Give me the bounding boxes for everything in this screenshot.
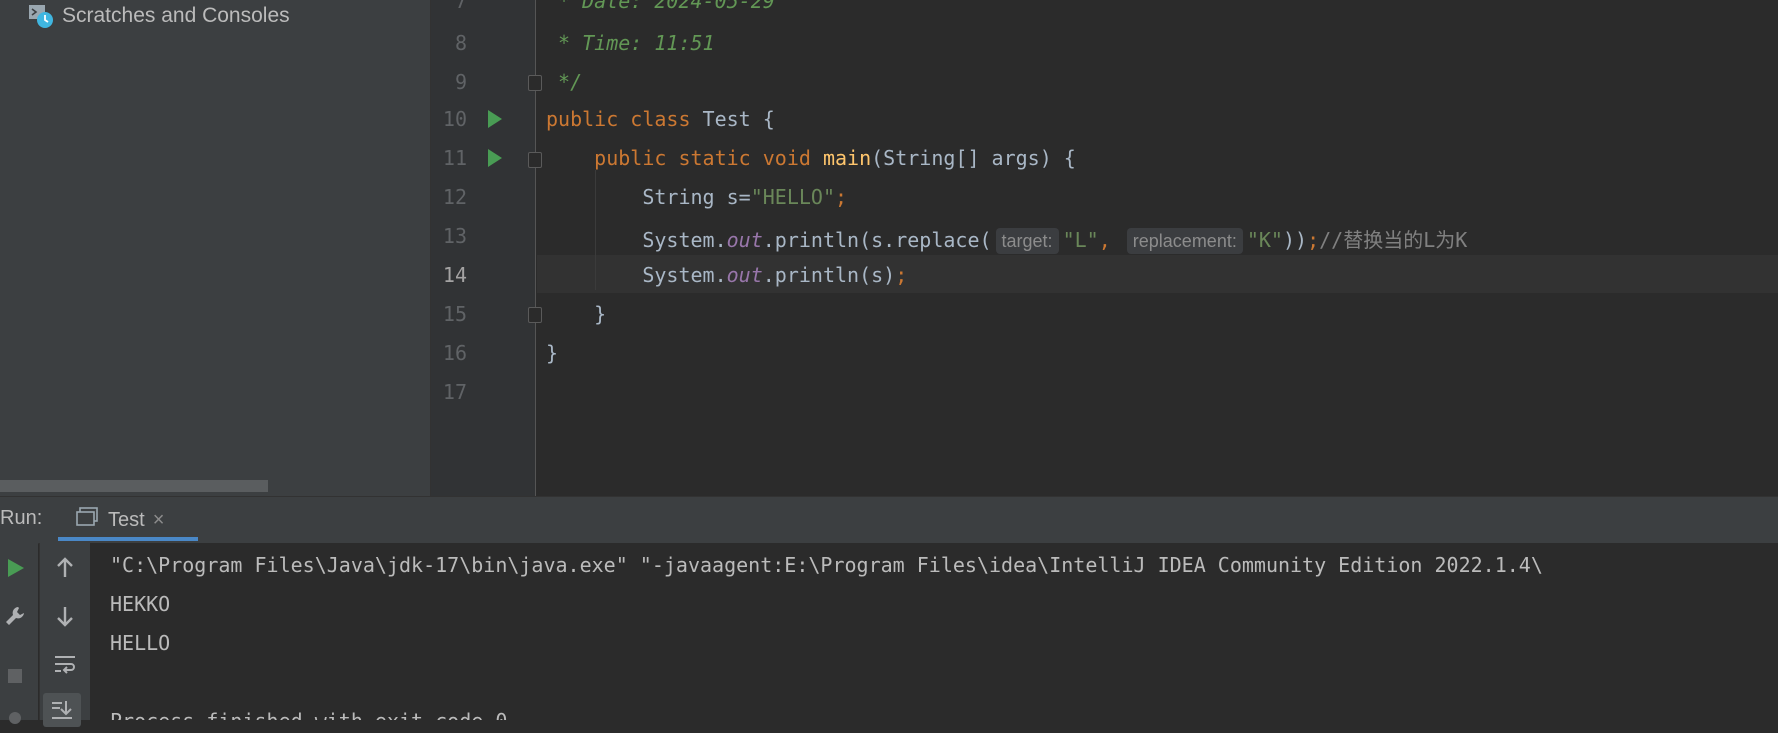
tree-item-label: Scratches and Consoles bbox=[62, 4, 290, 27]
run-class-icon[interactable] bbox=[488, 110, 502, 128]
fold-icon[interactable] bbox=[528, 307, 542, 323]
project-panel: Scratches and Consoles bbox=[0, 0, 431, 496]
method-name: main bbox=[822, 146, 872, 170]
line-number: 17 bbox=[442, 380, 467, 404]
wrench-icon[interactable] bbox=[0, 601, 30, 631]
fold-icon[interactable] bbox=[528, 152, 542, 168]
scratches-icon bbox=[28, 3, 54, 29]
run-label: Run: bbox=[0, 507, 43, 529]
console-line: HEKKO bbox=[110, 592, 171, 616]
code-line-13: System.out.println(s.replace(target: "L",… bbox=[546, 224, 1467, 254]
string-literal: "L" bbox=[1062, 228, 1099, 252]
parameter-hint-target: target: bbox=[995, 228, 1059, 254]
close-icon[interactable]: × bbox=[153, 509, 165, 532]
line-number: 9 bbox=[454, 70, 467, 94]
line-number: 12 bbox=[442, 185, 467, 209]
run-main-icon[interactable] bbox=[488, 149, 502, 167]
line-number: 14 bbox=[442, 263, 467, 287]
string-literal: "HELLO" bbox=[750, 185, 835, 209]
class-declaration: Test { bbox=[702, 107, 775, 131]
keyword: public class bbox=[546, 107, 703, 131]
stop-icon[interactable] bbox=[0, 661, 30, 691]
code-line-11: public static void main(String[] args) { bbox=[546, 146, 1076, 170]
line-number: 11 bbox=[442, 146, 467, 170]
line-number: 8 bbox=[454, 31, 467, 55]
string-literal: "K" bbox=[1246, 228, 1283, 252]
rerun-icon[interactable] bbox=[0, 553, 30, 583]
line-number: 16 bbox=[442, 341, 467, 365]
comma: , bbox=[1098, 228, 1111, 252]
tree-item-scratches[interactable]: Scratches and Consoles bbox=[28, 2, 290, 30]
run-panel-header: Run: Test × bbox=[0, 496, 1778, 544]
arrow-up-icon[interactable] bbox=[50, 553, 80, 583]
semicolon: ; bbox=[895, 263, 908, 287]
code-text: String s= bbox=[546, 185, 751, 209]
parameter-hint-replacement: replacement: bbox=[1126, 228, 1243, 254]
console-line: Process finished with exit code 0 bbox=[110, 709, 507, 720]
line-comment: //替换当的L为K bbox=[1319, 228, 1468, 252]
code-line-10: public class Test { bbox=[546, 107, 775, 131]
code-line-8: * Time: 11:51 bbox=[546, 31, 715, 55]
method-params: (String[] args) { bbox=[871, 146, 1076, 170]
code-line-12: String s="HELLO"; bbox=[546, 185, 847, 209]
settings-icon[interactable] bbox=[0, 703, 30, 733]
code-text: System. bbox=[546, 228, 727, 252]
code-line-14: System.out.println(s); bbox=[546, 263, 907, 287]
line-number: 13 bbox=[442, 224, 467, 248]
arrow-down-icon[interactable] bbox=[50, 601, 80, 631]
code-editor[interactable]: 7 8 9 10 11 12 13 14 15 16 17 * Date: 20… bbox=[431, 0, 1778, 496]
console-line: HELLO bbox=[110, 631, 171, 655]
code-text: .println(s) bbox=[762, 263, 896, 287]
code-line-16: } bbox=[546, 341, 559, 365]
code-text: .println(s.replace( bbox=[762, 228, 992, 252]
semicolon: ; bbox=[835, 185, 848, 209]
console-output[interactable]: "C:\Program Files\Java\jdk-17\bin\java.e… bbox=[90, 543, 1778, 720]
line-number: 7 bbox=[454, 0, 467, 13]
fold-icon[interactable] bbox=[528, 75, 542, 91]
line-number: 15 bbox=[442, 302, 467, 326]
tab-label: Test bbox=[108, 508, 145, 531]
tab-active-indicator bbox=[58, 537, 198, 541]
console-line: "C:\Program Files\Java\jdk-17\bin\java.e… bbox=[110, 553, 1543, 577]
console-toolbar bbox=[39, 543, 90, 727]
field-out: out bbox=[726, 228, 763, 252]
keyword: public static void bbox=[546, 146, 823, 170]
code-line-7: * Date: 2024-05-29 bbox=[546, 0, 775, 13]
field-out: out bbox=[726, 263, 763, 287]
code-line-9: */ bbox=[546, 70, 583, 94]
line-number: 10 bbox=[442, 107, 467, 131]
run-toolbar bbox=[0, 543, 38, 724]
scroll-to-end-icon[interactable] bbox=[43, 693, 81, 727]
code-line-15: } bbox=[546, 302, 607, 326]
code-text: System. bbox=[546, 263, 727, 287]
project-horizontal-scrollbar[interactable] bbox=[0, 480, 268, 492]
console-tab-icon bbox=[76, 507, 98, 533]
semicolon: ; bbox=[1307, 228, 1320, 252]
soft-wrap-icon[interactable] bbox=[50, 649, 80, 679]
code-text: )) bbox=[1282, 228, 1308, 252]
